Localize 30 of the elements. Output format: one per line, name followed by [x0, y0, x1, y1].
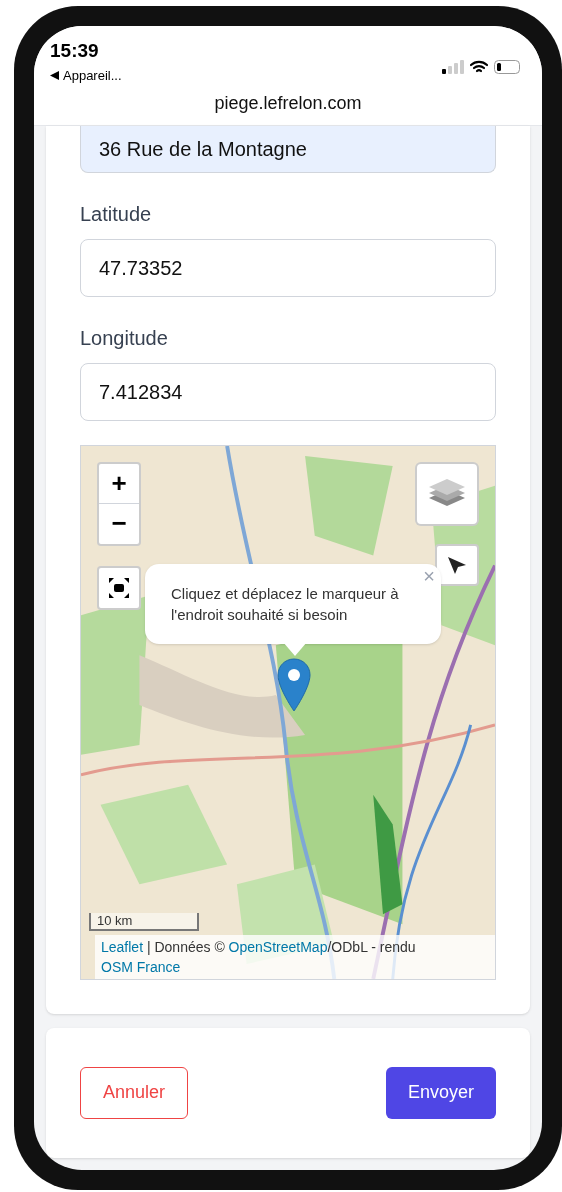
- attribution-text: /ODbL - rendu: [327, 938, 416, 955]
- input-field[interactable]: 47.73352: [80, 238, 496, 297]
- marker-icon[interactable]: [277, 657, 311, 712]
- popup-text: Cliquez et déplacez le marqueur à l'endroit souhaité si besoin: [171, 583, 400, 625]
- cancel-button[interactable]: Annuler: [80, 1066, 189, 1119]
- address-field[interactable]: 36 Rue de la Montagne: [80, 125, 496, 173]
- fullscreen-icon: [109, 577, 129, 598]
- attribution-text: | Données ©: [145, 938, 226, 955]
- attribution-link[interactable]: OSM France: [101, 958, 181, 975]
- map[interactable]: + − Cliquez et déplacez le marqueur à l'endroit souhaité si besoin × 10 km Leaflet | Données © OpenStreetMap/ODbL - rendu OSM France: [80, 444, 496, 980]
- pointer-icon: [447, 554, 467, 575]
- zoom-in-button[interactable]: +: [99, 463, 139, 504]
- signal-icon: [442, 60, 464, 74]
- back-icon[interactable]: [50, 71, 59, 81]
- battery-icon: [494, 60, 522, 74]
- input-field[interactable]: 7.412834: [80, 362, 496, 421]
- status-time: 15:39: [50, 40, 100, 62]
- attribution-link[interactable]: Leaflet: [101, 938, 144, 955]
- layers-button[interactable]: [415, 461, 479, 526]
- send-button[interactable]: Envoyer: [385, 1066, 496, 1119]
- attribution-link[interactable]: OpenStreetMap: [228, 938, 328, 955]
- wifi-icon: [470, 60, 488, 74]
- field-label: Longitude: [80, 325, 169, 351]
- page-url[interactable]: piege.lefrelon.com: [214, 89, 362, 117]
- field-label: Latitude: [80, 201, 153, 227]
- scale-bar: 10 km: [89, 912, 199, 931]
- zoom-out-button[interactable]: −: [99, 503, 139, 544]
- back-link[interactable]: Appareil...: [63, 66, 122, 86]
- locate-button[interactable]: [435, 543, 479, 586]
- fullscreen-button[interactable]: [97, 565, 141, 610]
